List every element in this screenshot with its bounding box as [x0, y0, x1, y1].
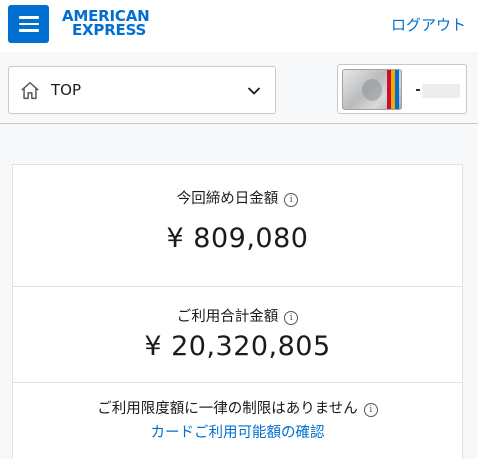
card-last-digits: [410, 83, 460, 98]
page-select-dropdown[interactable]: TOP: [8, 66, 276, 114]
navigation-bar: TOP: [0, 52, 478, 124]
card-digits-masked: [422, 84, 460, 98]
usage-total-label-row: ご利用合計金額 i: [13, 305, 462, 326]
home-icon: [21, 82, 39, 100]
billing-summary-panel: 今回締め日金額 i ¥ 809,080 ご利用合計金額 i ¥ 20,320,805…: [12, 164, 463, 459]
logo-line2: EXPRESS: [72, 21, 147, 39]
info-icon[interactable]: i: [363, 403, 378, 417]
card-stripe-blue: [395, 70, 399, 109]
closing-amount-label-row: 今回締め日金額 i: [13, 187, 462, 208]
closing-amount-label: 今回締め日金額: [176, 191, 279, 207]
app-header: AMERICAN EXPRESS ログアウト: [0, 0, 478, 52]
hamburger-menu-icon-bar: [18, 29, 39, 32]
hamburger-menu-icon-bar: [18, 16, 39, 19]
hamburger-menu-button[interactable]: [8, 5, 49, 43]
logout-link[interactable]: ログアウト: [391, 14, 466, 35]
info-icon[interactable]: i: [284, 193, 299, 207]
closing-amount-section: 今回締め日金額 i ¥ 809,080: [13, 165, 462, 287]
closing-amount-value: ¥ 809,080: [166, 223, 309, 254]
credit-card-image: [342, 69, 402, 110]
usage-total-value: ¥ 20,320,805: [144, 331, 331, 362]
credit-limit-label: ご利用限度額に一律の制限はありません: [97, 401, 358, 417]
usage-total-section: ご利用合計金額 i ¥ 20,320,805: [13, 287, 462, 383]
centurion-emblem: [362, 79, 382, 101]
amex-logo[interactable]: AMERICAN EXPRESS: [62, 9, 150, 39]
credit-limit-label-row: ご利用限度額に一律の制限はありません i: [13, 397, 462, 418]
chevron-down-icon: [247, 87, 261, 95]
usage-total-label: ご利用合計金額: [176, 309, 279, 325]
page-select-value: TOP: [51, 81, 82, 99]
info-icon[interactable]: i: [284, 311, 299, 325]
credit-limit-section: ご利用限度額に一律の制限はありません i カードご利用可能額の確認: [13, 383, 462, 459]
hamburger-menu-icon-bar: [18, 22, 39, 26]
check-available-credit-link[interactable]: カードご利用可能額の確認: [13, 421, 462, 442]
card-selector-button[interactable]: [337, 64, 467, 114]
card-digits-dash: [416, 89, 420, 91]
